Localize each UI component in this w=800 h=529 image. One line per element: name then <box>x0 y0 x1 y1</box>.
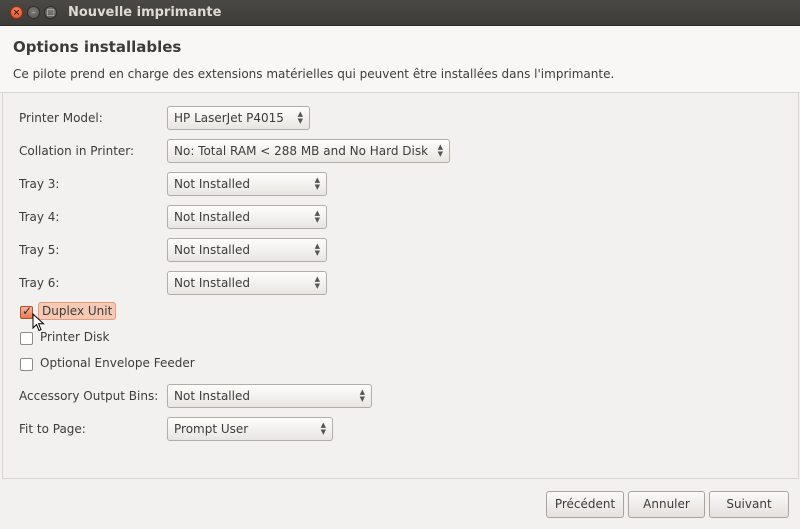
tray3-value: Not Installed <box>174 177 250 191</box>
printer-disk-label[interactable]: Printer Disk <box>40 330 110 344</box>
output-bins-combo[interactable]: Not Installed ▲ ▼ <box>167 384 372 408</box>
window-title: Nouvelle imprimante <box>68 5 222 20</box>
output-bins-value: Not Installed <box>174 389 250 403</box>
envelope-feeder-checkbox[interactable] <box>20 358 33 371</box>
output-bins-label: Accessory Output Bins: <box>19 389 159 403</box>
checkmark-icon: ✓ <box>22 304 33 318</box>
collation-label: Collation in Printer: <box>19 144 135 158</box>
page-header: Options installables Ce pilote prend en … <box>0 26 800 93</box>
printer-disk-checkbox[interactable] <box>20 332 33 345</box>
collation-value: No: Total RAM < 288 MB and No Hard Disk <box>174 144 429 158</box>
close-window-icon[interactable]: × <box>10 6 23 19</box>
options-panel: Printer Model: HP LaserJet P4015 ▲ ▼ Coll… <box>2 93 799 479</box>
fit-to-page-combo[interactable]: Prompt User ▲ ▼ <box>167 417 333 441</box>
envelope-feeder-label[interactable]: Optional Envelope Feeder <box>40 356 195 370</box>
updown-chevron-icon: ▲ ▼ <box>320 421 326 436</box>
cancel-button[interactable]: Annuler <box>628 491 705 518</box>
page-title: Options installables <box>13 38 182 56</box>
printer-model-value: HP LaserJet P4015 <box>174 111 284 125</box>
maximize-window-icon[interactable]: □ <box>44 6 57 19</box>
tray5-label: Tray 5: <box>19 243 60 257</box>
tray4-combo[interactable]: Not Installed ▲ ▼ <box>167 205 327 229</box>
updown-chevron-icon: ▲ ▼ <box>314 242 320 257</box>
tray6-combo[interactable]: Not Installed ▲ ▼ <box>167 271 327 295</box>
tray6-value: Not Installed <box>174 276 250 290</box>
updown-chevron-icon: ▲ ▼ <box>314 209 320 224</box>
updown-chevron-icon: ▲ ▼ <box>359 388 365 403</box>
printer-dialog-window: × – □ Nouvelle imprimante Options instal… <box>0 0 800 529</box>
tray4-label: Tray 4: <box>19 210 60 224</box>
updown-chevron-icon: ▲ ▼ <box>314 275 320 290</box>
fit-to-page-value: Prompt User <box>174 422 249 436</box>
minimize-window-icon[interactable]: – <box>27 6 40 19</box>
printer-model-combo[interactable]: HP LaserJet P4015 ▲ ▼ <box>167 106 310 130</box>
tray6-label: Tray 6: <box>19 276 60 290</box>
updown-chevron-icon: ▲ ▼ <box>437 143 443 158</box>
title-bar[interactable]: × – □ Nouvelle imprimante <box>0 0 800 26</box>
printer-model-label: Printer Model: <box>19 111 103 125</box>
updown-chevron-icon: ▲ ▼ <box>297 110 303 125</box>
tray3-combo[interactable]: Not Installed ▲ ▼ <box>167 172 327 196</box>
tray5-combo[interactable]: Not Installed ▲ ▼ <box>167 238 327 262</box>
fit-to-page-label: Fit to Page: <box>19 422 86 436</box>
tray5-value: Not Installed <box>174 243 250 257</box>
updown-chevron-icon: ▲ ▼ <box>314 176 320 191</box>
tray4-value: Not Installed <box>174 210 250 224</box>
collation-combo[interactable]: No: Total RAM < 288 MB and No Hard Disk … <box>167 139 450 163</box>
previous-button[interactable]: Précédent <box>546 491 624 518</box>
page-description: Ce pilote prend en charge des extensions… <box>13 67 615 81</box>
tray3-label: Tray 3: <box>19 177 60 191</box>
duplex-unit-label[interactable]: Duplex Unit <box>38 302 117 320</box>
next-button[interactable]: Suivant <box>709 491 789 518</box>
